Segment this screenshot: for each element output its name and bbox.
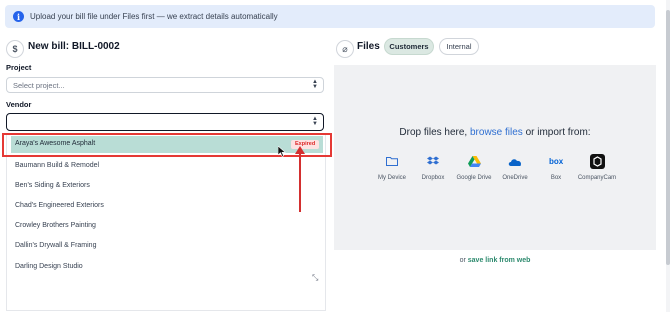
companycam-icon <box>589 153 605 169</box>
vendor-option-label: Araya's Awesome Asphalt <box>15 140 96 147</box>
source-my-device[interactable]: My Device <box>370 153 414 181</box>
annotation-arrow-head <box>295 146 305 154</box>
dropbox-icon <box>425 153 441 169</box>
source-label: Dropbox <box>421 175 445 181</box>
vendor-option-dallins[interactable]: Dallin's Drywall & Framing <box>15 242 96 249</box>
box-icon: box <box>548 153 564 169</box>
source-dropbox[interactable]: Dropbox <box>411 153 455 181</box>
source-label: OneDrive <box>502 175 528 181</box>
vendor-dropdown: Araya's Awesome Asphalt Expired Baumann … <box>6 133 326 311</box>
onedrive-icon <box>507 153 523 169</box>
vendor-option-chads[interactable]: Chad's Engineered Exteriors <box>15 202 104 209</box>
folder-icon <box>384 153 400 169</box>
save-link-from-web[interactable]: save link from web <box>468 257 531 264</box>
chevron-updown-icon: ▲ ▼ <box>312 79 318 90</box>
vendor-option-araya[interactable]: Araya's Awesome Asphalt Expired <box>11 136 323 153</box>
paperclip-icon: ⌀ <box>336 40 354 58</box>
vendor-select[interactable]: ▲ ▼ <box>6 113 324 131</box>
source-label: My Device <box>377 175 406 181</box>
page-title: New bill: BILL-0002 <box>28 41 120 52</box>
resize-handle-icon[interactable]: ⤡ <box>312 273 318 283</box>
source-companycam[interactable]: CompanyCam <box>575 153 619 181</box>
drop-prefix: Drop files here, <box>399 127 468 138</box>
source-box[interactable]: box Box <box>534 153 578 181</box>
source-label: Google Drive <box>456 175 492 181</box>
google-drive-icon <box>466 153 482 169</box>
annotation-arrow <box>299 152 301 212</box>
vendor-option-crowley[interactable]: Crowley Brothers Painting <box>15 222 96 229</box>
info-icon: i <box>13 11 24 22</box>
save-link-row: or save link from web <box>334 257 656 264</box>
chevron-updown-icon: ▲ ▼ <box>312 116 318 127</box>
tab-internal[interactable]: Internal <box>439 38 479 55</box>
files-title: Files <box>357 41 380 52</box>
tab-customers[interactable]: Customers <box>384 38 434 55</box>
vendor-option-baumann[interactable]: Baumann Build & Remodel <box>15 162 99 169</box>
vendor-option-bens[interactable]: Ben's Siding & Exteriors <box>15 182 90 189</box>
vendor-label: Vendor <box>6 100 32 109</box>
source-label: Box <box>550 175 562 181</box>
vendor-option-darling[interactable]: Darling Design Studio <box>15 263 83 270</box>
source-label: CompanyCam <box>577 175 617 181</box>
dollar-icon: $ <box>6 40 24 58</box>
save-prefix: or <box>459 257 466 264</box>
drop-suffix: or import from: <box>525 127 591 138</box>
project-placeholder: Select project... <box>13 80 65 90</box>
project-select[interactable]: Select project... ▲ ▼ <box>6 77 324 93</box>
file-dropzone[interactable]: Drop files here, browse files or import … <box>334 65 656 250</box>
page-scrollbar-thumb[interactable] <box>666 10 670 265</box>
source-google-drive[interactable]: Google Drive <box>452 153 496 181</box>
drop-instructions: Drop files here, browse files or import … <box>334 127 656 138</box>
mouse-cursor-icon <box>278 146 286 157</box>
source-onedrive[interactable]: OneDrive <box>493 153 537 181</box>
project-label: Project <box>6 63 32 72</box>
svg-text:box: box <box>549 157 563 165</box>
browse-files-link[interactable]: browse files <box>470 127 523 138</box>
banner-text: Upload your bill file under Files first … <box>30 12 278 21</box>
info-banner: i Upload your bill file under Files firs… <box>5 5 655 28</box>
